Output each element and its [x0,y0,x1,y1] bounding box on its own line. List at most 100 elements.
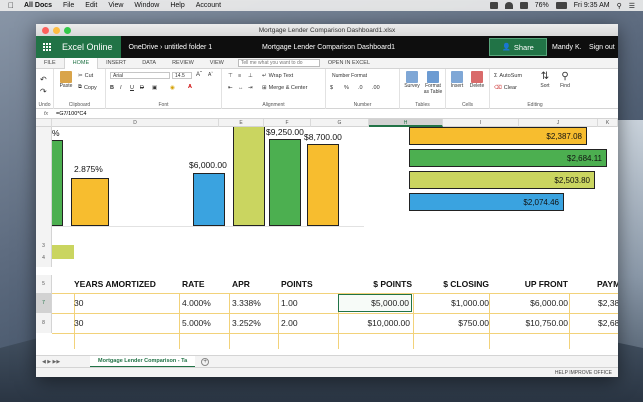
format-as-table-button[interactable]: Format as Table [422,71,444,95]
menu-view[interactable]: View [108,2,123,9]
spotlight-icon[interactable]: ⚲ [617,2,622,10]
sheet-nav-icons[interactable]: ◀ ▶ ▶▶ [42,359,60,365]
help-improve-office-link[interactable]: HELP IMPROVE OFFICE [555,370,612,376]
strikethrough-icon[interactable]: D [140,85,144,91]
row-header-7[interactable]: 7 [36,293,52,313]
battery-icon[interactable] [555,2,567,9]
row-header-3[interactable]: 3 [36,240,52,252]
cell-points[interactable]: 1.00 [281,294,298,312]
cell-up-front[interactable]: $6,000.00 [492,294,568,312]
font-size-select[interactable]: 14.5 [172,72,192,79]
tab-view[interactable]: VIEW [202,58,232,69]
brand-excel-online[interactable]: Excel Online [58,36,121,58]
menu-app[interactable]: All Docs [24,2,52,9]
column-header-k[interactable]: K [598,119,618,127]
menu-window[interactable]: Window [134,2,159,9]
undo-icon[interactable]: ↶ [40,75,47,84]
header-dollar-closing[interactable]: $ CLOSING [417,275,489,293]
tab-file[interactable]: FILE [36,58,64,69]
header-payment[interactable]: PAYM [597,275,618,293]
user-name[interactable]: Mandy K. [552,44,582,51]
tab-home[interactable]: HOME [63,57,99,69]
currency-icon[interactable]: $ [330,85,333,91]
delete-cells-button[interactable]: Delete [468,71,486,89]
battery-percent[interactable]: 76% [535,2,549,9]
header-up-front[interactable]: UP FRONT [492,275,568,293]
underline-icon[interactable]: U [130,85,134,91]
menu-edit[interactable]: Edit [85,2,97,9]
worksheet-grid[interactable]: 3 4 5 7 8 % 2.875% $6,000.00 ˅ $9,250.00… [36,127,618,349]
align-right-icon[interactable]: ⇥ [248,85,253,91]
align-top-icon[interactable]: ⊤ [228,73,233,79]
align-center-icon[interactable]: ↔ [238,85,244,91]
bold-icon[interactable]: B [110,85,114,91]
cell-years[interactable]: 30 [74,294,83,312]
number-format-select[interactable]: Number Format [330,72,394,79]
header-points[interactable]: POINTS [281,275,313,293]
select-all-corner[interactable] [36,119,52,127]
copy-button[interactable]: ⧉ Copy [78,84,97,91]
fill-color-icon[interactable]: ◉ [170,85,175,91]
sort-button[interactable]: ⇅ Sort [536,71,554,89]
paste-button[interactable]: Paste [58,71,74,89]
header-apr[interactable]: APR [232,275,250,293]
column-header-f[interactable]: F [264,119,311,127]
cell-rate[interactable]: 4.000% [182,294,211,312]
font-color-icon[interactable]: A [188,84,192,90]
italic-icon[interactable]: I [120,85,122,91]
cut-button[interactable]: ✂ Cut [78,73,93,79]
cell-dollar-points[interactable]: $10,000.00 [338,314,412,332]
cell-up-front[interactable]: $10,750.00 [492,314,568,332]
app-launcher-icon[interactable] [36,36,58,58]
cell-years[interactable]: 30 [74,314,83,332]
insert-cells-button[interactable]: Insert [448,71,466,89]
breadcrumb[interactable]: OneDrive › untitled folder 1 [129,44,213,51]
cell-closing[interactable]: $750.00 [417,314,489,332]
row-header-4[interactable]: 4 [36,252,52,264]
column-header-h[interactable]: H [369,119,443,127]
header-years-amortized[interactable]: YEARS AMORTIZED [74,275,156,293]
clear-button[interactable]: ⌫ Clear [494,85,517,91]
autosum-button[interactable]: Σ AutoSum [494,73,522,79]
document-name[interactable]: Mortgage Lender Comparison Dashboard1 [262,44,395,51]
column-header-i[interactable]: I [443,119,519,127]
column-header-e[interactable]: E [219,119,264,127]
notification-icon[interactable]: ☰ [629,2,635,10]
cell-apr[interactable]: 3.338% [232,294,261,312]
dropbox-icon[interactable] [489,2,498,9]
apple-icon[interactable]:  [8,1,16,10]
cell-rate[interactable]: 5.000% [182,314,211,332]
tab-review[interactable]: REVIEW [164,58,202,69]
menu-file[interactable]: File [63,2,74,9]
column-header-d[interactable]: D [52,119,219,127]
find-button[interactable]: ⚲ Find [556,71,574,89]
header-dollar-points[interactable]: $ POINTS [342,275,412,293]
grow-font-icon[interactable]: Aˆ [196,72,202,78]
borders-icon[interactable]: ▣ [152,85,157,91]
cell-payment[interactable]: $2,38 [598,294,618,312]
menu-account[interactable]: Account [196,2,221,9]
cell-closing[interactable]: $1,000.00 [417,294,489,312]
sheet-tab-active[interactable]: Mortgage Lender Comparison - Ta [90,355,196,368]
wrap-text-button[interactable]: ↵ Wrap Text [262,73,293,79]
cell-apr[interactable]: 3.252% [232,314,261,332]
volume-icon[interactable] [519,2,528,9]
redo-icon[interactable]: ↷ [40,87,47,96]
open-in-excel-link[interactable]: OPEN IN EXCEL [328,60,370,66]
tab-insert[interactable]: INSERT [98,58,134,69]
row-header-5[interactable]: 5 [36,275,52,293]
header-rate[interactable]: RATE [182,275,205,293]
column-header-g[interactable]: G [311,119,369,127]
survey-button[interactable]: Survey [402,71,422,89]
formula-input[interactable]: =G7/100*C4 [56,111,86,117]
percent-icon[interactable]: % [344,85,349,91]
merge-center-button[interactable]: ⊞ Merge & Center [262,85,307,91]
cell-payment[interactable]: $2,68 [598,314,618,332]
align-left-icon[interactable]: ⇤ [228,85,233,91]
menu-help[interactable]: Help [170,2,184,9]
align-middle-icon[interactable]: ≡ [238,73,241,79]
wifi-icon[interactable] [504,2,513,9]
tab-data[interactable]: DATA [134,58,164,69]
increase-decimal-icon[interactable]: .0 [358,85,363,91]
column-header-j[interactable]: J [519,119,598,127]
